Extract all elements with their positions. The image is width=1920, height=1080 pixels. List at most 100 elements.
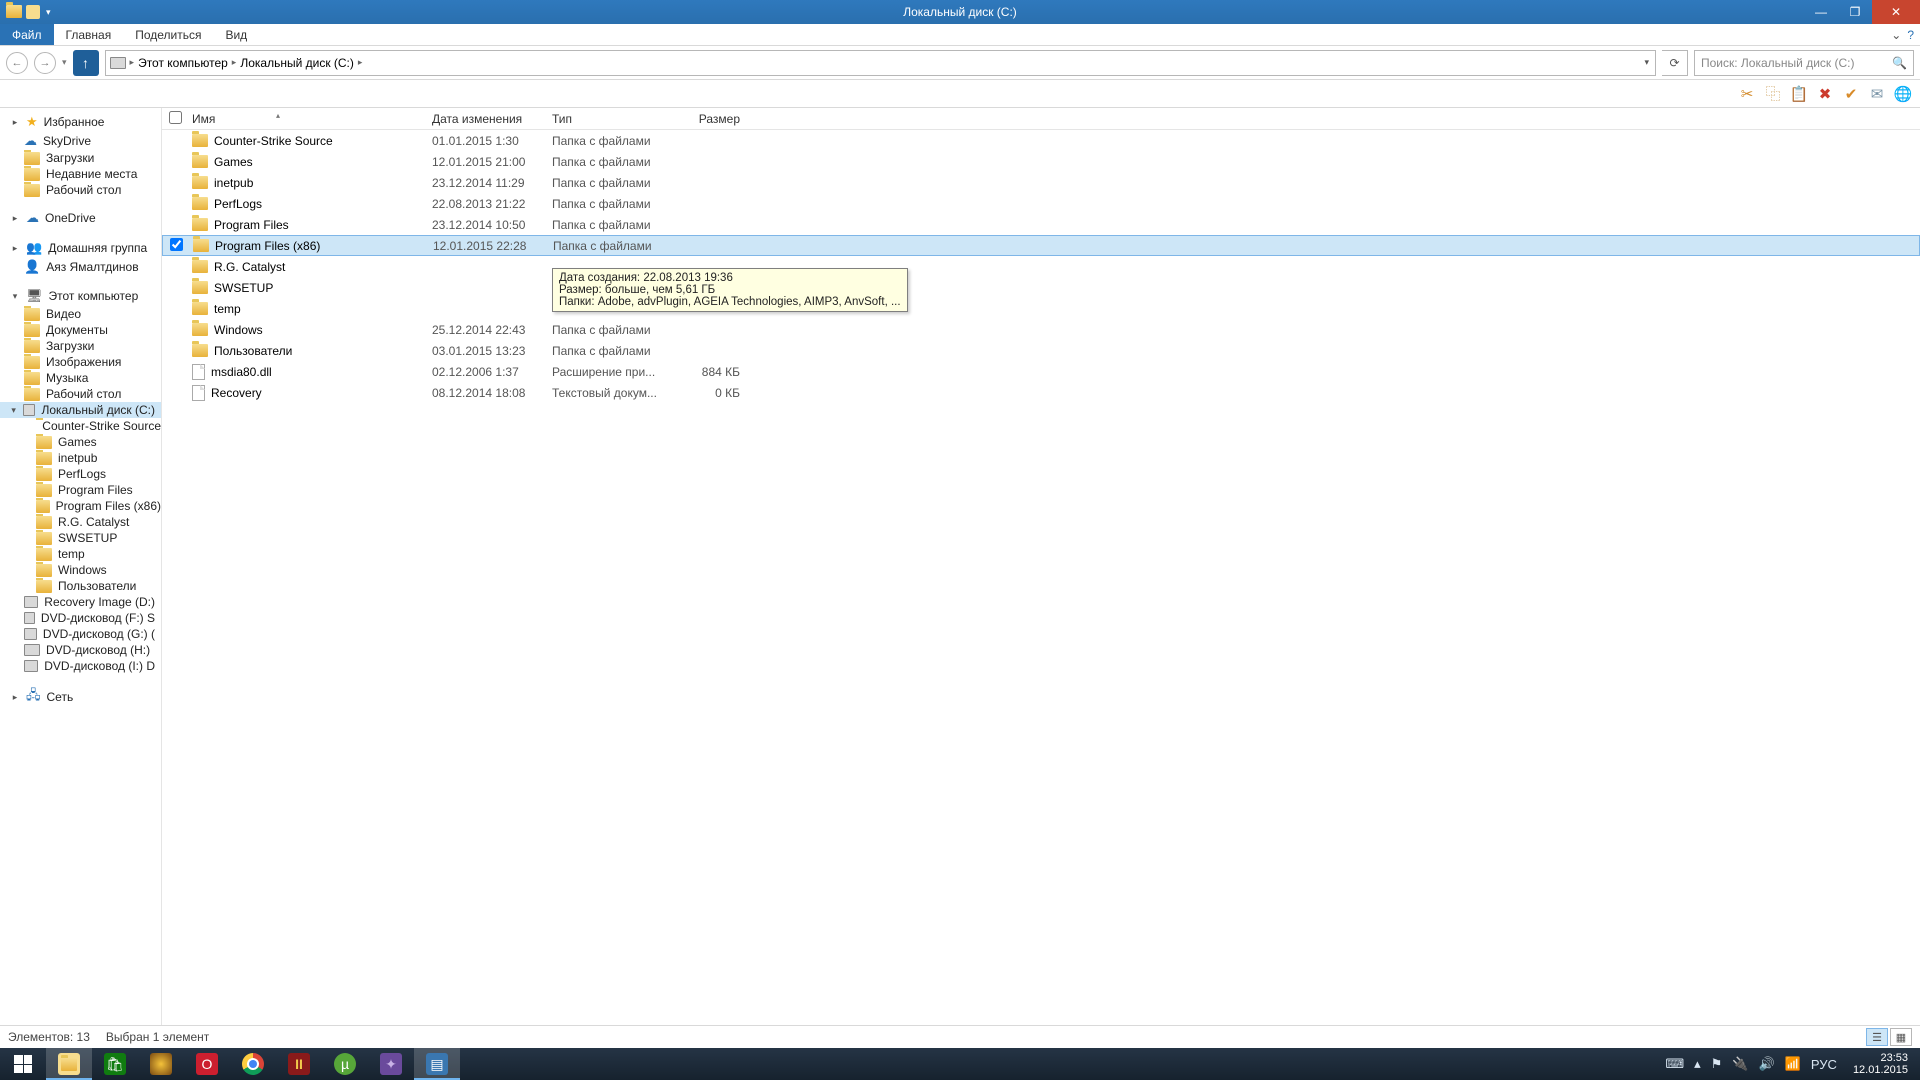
tray-language[interactable]: РУС	[1811, 1057, 1837, 1072]
cut-icon[interactable]: ✂	[1738, 85, 1756, 103]
nav-drive-child[interactable]: Пользователи	[0, 578, 161, 594]
mail-icon[interactable]: ✉	[1868, 85, 1886, 103]
nav-fav-downloads[interactable]: Загрузки	[0, 150, 161, 166]
ribbon-expand-icon[interactable]: ⌄	[1891, 28, 1901, 42]
file-row[interactable]: Пользователи03.01.2015 13:23Папка с файл…	[162, 340, 1920, 361]
nav-pc-pictures[interactable]: Изображения	[0, 354, 161, 370]
tray-power-icon[interactable]: 🔌	[1732, 1056, 1748, 1072]
breadcrumb-root[interactable]: Этот компьютер	[134, 56, 232, 70]
file-row[interactable]: Counter-Strike Source01.01.2015 1:30Папк…	[162, 130, 1920, 151]
file-row[interactable]: Games12.01.2015 21:00Папка с файлами	[162, 151, 1920, 172]
file-row[interactable]: temp	[162, 298, 1920, 319]
file-row[interactable]: PerfLogs22.08.2013 21:22Папка с файлами	[162, 193, 1920, 214]
file-row[interactable]: Windows25.12.2014 22:43Папка с файлами	[162, 319, 1920, 340]
nav-other-drive[interactable]: DVD-дисковод (G:) (	[0, 626, 161, 642]
forward-button[interactable]: →	[34, 52, 56, 74]
task-app-4[interactable]: ▤	[414, 1048, 460, 1080]
nav-pc-video[interactable]: Видео	[0, 306, 161, 322]
nav-pc-downloads[interactable]: Загрузки	[0, 338, 161, 354]
minimize-button[interactable]: —	[1804, 0, 1838, 24]
ribbon-help-icon[interactable]: ?	[1907, 28, 1914, 42]
ribbon-tab-file[interactable]: Файл	[0, 24, 54, 45]
task-utorrent[interactable]: µ	[322, 1048, 368, 1080]
nav-drive-child[interactable]: temp	[0, 546, 161, 562]
task-app-3[interactable]: ✦	[368, 1048, 414, 1080]
task-opera[interactable]: O	[184, 1048, 230, 1080]
nav-drive-child[interactable]: Counter-Strike Source	[0, 418, 161, 434]
file-row[interactable]: Recovery08.12.2014 18:08Текстовый докум.…	[162, 382, 1920, 403]
search-input[interactable]: Поиск: Локальный диск (C:) 🔍	[1694, 50, 1914, 76]
nav-network-header[interactable]: ▸🖧Сеть	[0, 684, 161, 710]
task-chrome[interactable]	[230, 1048, 276, 1080]
file-row[interactable]: msdia80.dll02.12.2006 1:37Расширение при…	[162, 361, 1920, 382]
file-row[interactable]: Program Files (x86)12.01.2015 22:28Папка…	[162, 235, 1920, 256]
file-row[interactable]: R.G. Catalyst	[162, 256, 1920, 277]
row-checkbox[interactable]	[170, 238, 183, 251]
nav-drive-child[interactable]: R.G. Catalyst	[0, 514, 161, 530]
nav-fav-recent[interactable]: Недавние места	[0, 166, 161, 182]
address-bar[interactable]: ▸ Этот компьютер ▸ Локальный диск (C:) ▸…	[105, 50, 1656, 76]
tray-volume-icon[interactable]: 🔊	[1759, 1056, 1775, 1072]
task-explorer[interactable]	[46, 1048, 92, 1080]
nav-other-drive[interactable]: Recovery Image (D:)	[0, 594, 161, 610]
nav-drive-child[interactable]: Program Files	[0, 482, 161, 498]
copy-icon[interactable]: ⿻	[1764, 85, 1782, 103]
address-dropdown-icon[interactable]: ▾	[1638, 57, 1655, 68]
tray-flag-icon[interactable]: ⚑	[1711, 1056, 1723, 1072]
column-modified[interactable]: Дата изменения	[432, 112, 552, 126]
file-row[interactable]: SWSETUP	[162, 277, 1920, 298]
nav-onedrive-header[interactable]: ▸☁OneDrive	[0, 208, 161, 228]
nav-hg-user[interactable]: 👤Аяз Ямалтдинов	[0, 258, 161, 276]
task-app-2[interactable]: II	[276, 1048, 322, 1080]
nav-favorites-header[interactable]: ▸★Избранное	[0, 112, 161, 132]
chevron-right-icon[interactable]: ▸	[358, 57, 363, 68]
nav-drive-child[interactable]: inetpub	[0, 450, 161, 466]
globe-icon[interactable]: 🌐	[1894, 85, 1912, 103]
nav-drive-child[interactable]: PerfLogs	[0, 466, 161, 482]
select-all-checkbox[interactable]	[162, 111, 188, 127]
tray-show-hidden-icon[interactable]: ▴	[1694, 1056, 1701, 1072]
history-dropdown-icon[interactable]: ▾	[62, 57, 67, 68]
view-details-button[interactable]: ☰	[1866, 1028, 1888, 1046]
file-row[interactable]: inetpub23.12.2014 11:29Папка с файлами	[162, 172, 1920, 193]
refresh-button[interactable]: ⟳	[1662, 50, 1688, 76]
nav-pc-drive-c[interactable]: ▾Локальный диск (C:)	[0, 402, 161, 418]
task-store[interactable]: 🛍	[92, 1048, 138, 1080]
nav-drive-child[interactable]: Program Files (x86)	[0, 498, 161, 514]
nav-other-drive[interactable]: DVD-дисковод (I:) D	[0, 658, 161, 674]
column-size[interactable]: Размер	[670, 112, 748, 126]
maximize-button[interactable]: ❐	[1838, 0, 1872, 24]
qat-props-icon[interactable]	[26, 5, 40, 19]
tray-clock[interactable]: 23:53 12.01.2015	[1847, 1050, 1914, 1078]
close-button[interactable]: ✕	[1872, 0, 1920, 24]
column-name[interactable]: Имя▴	[188, 112, 432, 126]
ribbon-tab-home[interactable]: Главная	[54, 24, 124, 45]
start-button[interactable]	[0, 1048, 46, 1080]
nav-drive-child[interactable]: Windows	[0, 562, 161, 578]
nav-pc-desktop[interactable]: Рабочий стол	[0, 386, 161, 402]
ribbon-tab-share[interactable]: Поделиться	[123, 24, 213, 45]
ribbon-tab-view[interactable]: Вид	[213, 24, 259, 45]
column-type[interactable]: Тип	[552, 112, 670, 126]
nav-other-drive[interactable]: DVD-дисковод (H:)	[0, 642, 161, 658]
nav-drive-child[interactable]: SWSETUP	[0, 530, 161, 546]
paste-icon[interactable]: 📋	[1790, 85, 1808, 103]
nav-drive-child[interactable]: Games	[0, 434, 161, 450]
nav-pc-music[interactable]: Музыка	[0, 370, 161, 386]
view-icons-button[interactable]: ▦	[1890, 1028, 1912, 1046]
delete-icon[interactable]: ✖	[1816, 85, 1834, 103]
breadcrumb-path[interactable]: Локальный диск (C:)	[236, 56, 358, 70]
nav-homegroup-header[interactable]: ▸👥Домашняя группа	[0, 238, 161, 258]
nav-fav-desktop[interactable]: Рабочий стол	[0, 182, 161, 198]
task-app-1[interactable]	[138, 1048, 184, 1080]
tray-keyboard-icon[interactable]: ⌨	[1665, 1056, 1684, 1072]
up-button[interactable]: ↑	[73, 50, 99, 76]
check-icon[interactable]: ✔	[1842, 85, 1860, 103]
back-button[interactable]: ←	[6, 52, 28, 74]
qat-dropdown-icon[interactable]: ▾	[46, 7, 51, 18]
tray-network-icon[interactable]: 📶	[1785, 1056, 1801, 1072]
nav-fav-skydrive[interactable]: ☁SkyDrive	[0, 132, 161, 150]
nav-other-drive[interactable]: DVD-дисковод (F:) S	[0, 610, 161, 626]
nav-thispc-header[interactable]: ▾🖥Этот компьютер	[0, 286, 161, 306]
nav-pc-documents[interactable]: Документы	[0, 322, 161, 338]
